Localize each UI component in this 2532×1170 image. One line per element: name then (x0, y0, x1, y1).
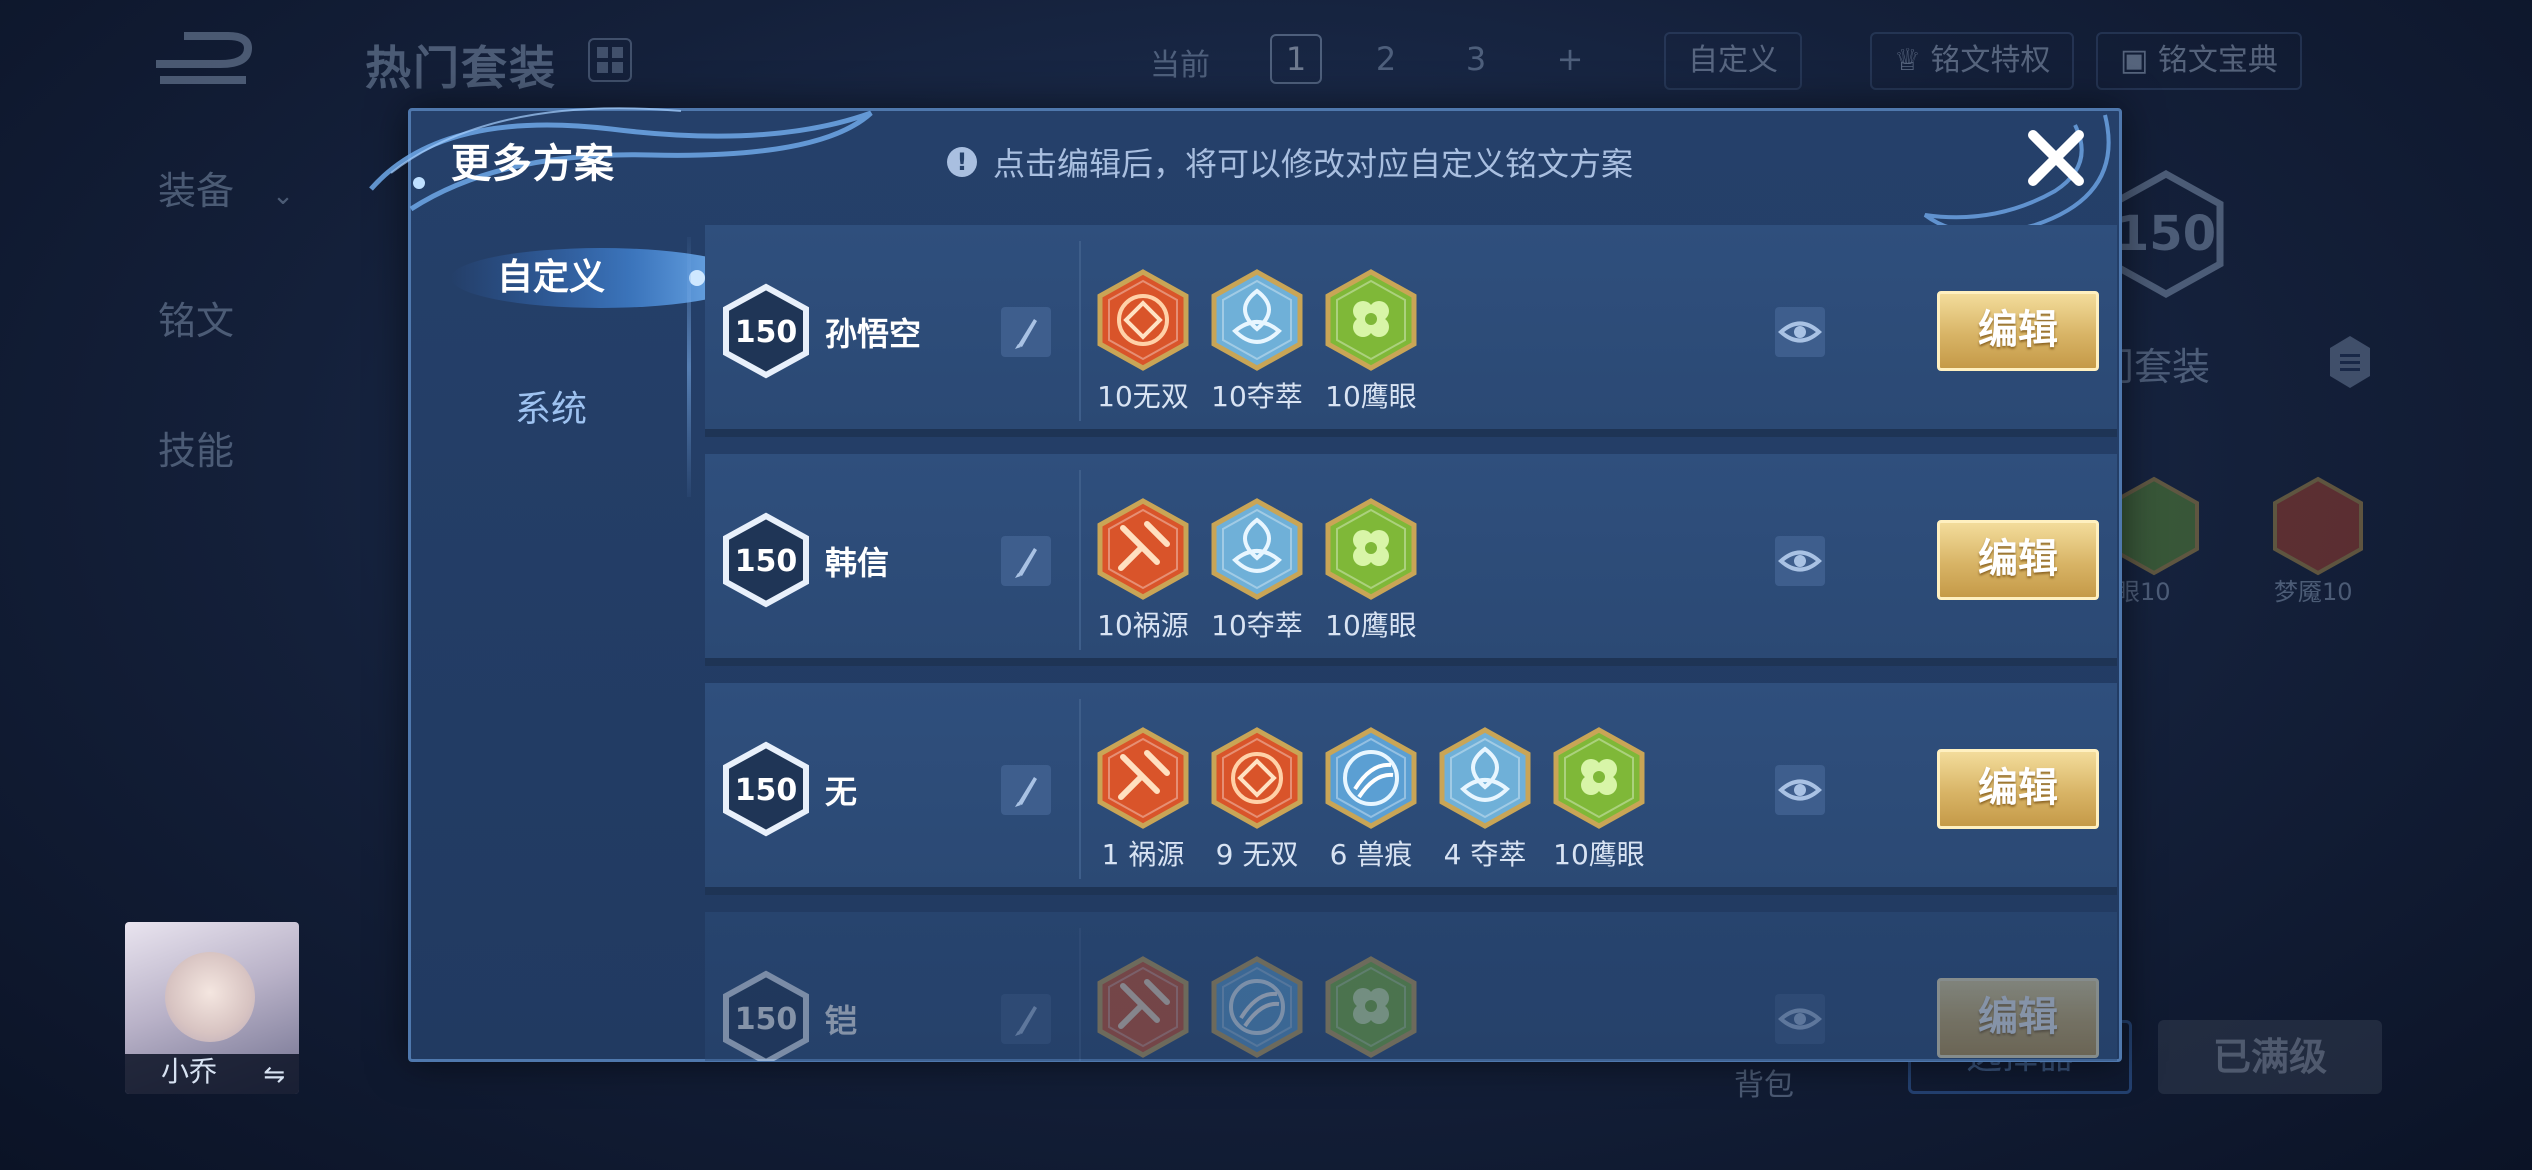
bg-rune-red-icon (2273, 476, 2363, 576)
back-arrow-icon[interactable] (150, 30, 260, 92)
bg-sidebar-item-skills[interactable]: 技能 (158, 420, 234, 475)
rename-pen-icon[interactable] (1001, 536, 1051, 586)
hero-avatar[interactable]: 小乔 ⇋ (125, 922, 299, 1094)
hero-name: 孙悟空 (825, 315, 922, 353)
maxed-button[interactable]: 已满级 (2158, 1020, 2382, 1094)
edit-button[interactable]: 编辑 (1937, 749, 2099, 829)
rename-pen-icon[interactable] (1001, 307, 1051, 357)
level-hexagon-icon: 150 (723, 512, 809, 608)
rename-pen-icon[interactable] (1001, 994, 1051, 1044)
rune-red-swirl-icon (1097, 269, 1189, 371)
notice-text: 点击编辑后，将可以修改对应自定义铭文方案 (993, 145, 1634, 183)
more-plans-modal: 更多方案 ! 点击编辑后，将可以修改对应自定义铭文方案 自定义 系统 150 孙悟… (369, 107, 2123, 1062)
rune-red-swirl-icon (1211, 727, 1303, 829)
chevron-down-icon: ⌄ (272, 181, 294, 211)
rune-blue-knot-icon (1211, 498, 1303, 600)
rune-count-label: 10鹰眼 (1325, 609, 1417, 642)
bg-sidebar-item-runes[interactable]: 铭文 (158, 290, 234, 345)
current-label: 当前 (1150, 48, 1210, 83)
hero-name: 无 (825, 773, 858, 811)
rename-pen-icon[interactable] (1001, 765, 1051, 815)
preview-eye-icon[interactable] (1775, 307, 1825, 357)
rune-count-label: 6 兽痕 (1329, 838, 1413, 871)
hero-name: 铠 (825, 1002, 858, 1040)
rune-green-clover-icon (1553, 727, 1645, 829)
rune-blue-knot-icon (1439, 727, 1531, 829)
close-icon[interactable] (2025, 127, 2087, 189)
rune-count-label: 10夺萃 (1211, 380, 1303, 413)
add-page-button[interactable]: + (1544, 34, 1596, 84)
swap-icon[interactable]: ⇋ (263, 1060, 285, 1090)
tab-system[interactable]: 系统 (411, 365, 691, 455)
info-icon: ! (947, 147, 977, 177)
plan-row[interactable]: 150 韩信 10祸源 10夺萃 10鹰眼 编辑 (705, 454, 2117, 666)
plan-category-tabs: 自定义 系统 (411, 227, 711, 1061)
level-hexagon-icon: 150 (723, 970, 809, 1061)
edit-button[interactable]: 编辑 (1937, 978, 2099, 1058)
rune-green-clover-icon (1325, 498, 1417, 600)
rune-count-label: 10无双 (1097, 380, 1189, 413)
list-icon[interactable] (2328, 334, 2372, 390)
level-text: 150 (735, 544, 798, 579)
preview-eye-icon[interactable] (1775, 536, 1825, 586)
level-text: 150 (735, 773, 798, 808)
rune-count-label: 9 无双 (1215, 838, 1299, 871)
level-text: 150 (735, 1002, 798, 1037)
page-1-button[interactable]: 1 (1270, 34, 1322, 84)
level-hexagon-icon: 150 (723, 741, 809, 837)
rune-count-label: 10祸源 (1097, 609, 1189, 642)
rune-count-label: 4 夺萃 (1443, 838, 1527, 871)
plan-row[interactable]: 150 铠 编辑 (705, 912, 2117, 1061)
preview-eye-icon[interactable] (1775, 765, 1825, 815)
rune-blue-claw-icon (1211, 956, 1303, 1058)
plan-row[interactable]: 150 孙悟空 10无双 10夺萃 10鹰眼 编辑 (705, 225, 2117, 437)
plan-row[interactable]: 150 无 1 祸源 9 无双 6 兽痕 4 夺萃 10鹰眼 编辑 (705, 683, 2117, 895)
rune-red-hammer-icon (1097, 956, 1189, 1058)
bg-sidebar-item-equipment[interactable]: 装备 ⌄ (158, 160, 294, 215)
row-divider (1079, 928, 1081, 1061)
rune-green-clover-icon (1325, 956, 1417, 1058)
bg-rune-label: 梦魇10 (2274, 578, 2353, 606)
rune-blue-knot-icon (1211, 269, 1303, 371)
level-hexagon-icon: 150 (723, 283, 809, 379)
edit-button[interactable]: 编辑 (1937, 291, 2099, 371)
bag-label[interactable]: 背包 (1734, 1060, 1794, 1104)
rune-count-label: 10夺萃 (1211, 609, 1303, 642)
decorative-swirl (369, 107, 873, 212)
page-2-button[interactable]: 2 (1360, 34, 1412, 84)
avatar-name: 小乔 (161, 1055, 218, 1088)
rune-count-label: 10鹰眼 (1553, 838, 1645, 871)
preview-eye-icon[interactable] (1775, 994, 1825, 1044)
modal-title: 更多方案 (451, 141, 615, 187)
rune-blue-claw-icon (1325, 727, 1417, 829)
rune-red-hammer-icon (1097, 498, 1189, 600)
edit-button[interactable]: 编辑 (1937, 520, 2099, 600)
tab-custom[interactable]: 自定义 (411, 233, 691, 323)
page-3-button[interactable]: 3 (1450, 34, 1502, 84)
privilege-icon: ♕ (1894, 43, 1931, 78)
avatar-portrait (165, 952, 255, 1042)
rune-count-label: 10鹰眼 (1325, 380, 1417, 413)
rune-count-label: 1 祸源 (1101, 838, 1185, 871)
book-icon: ▣ (2120, 43, 2158, 78)
rune-guide-button[interactable]: ▣ 铭文宝典 (2096, 32, 2302, 90)
hero-name: 韩信 (825, 544, 890, 582)
bg-custom-button[interactable]: 自定义 (1664, 32, 1802, 90)
bg-level-hexagon: 150 (2108, 170, 2224, 298)
level-text: 150 (735, 315, 798, 350)
bg-rune-label: 眼10 (2116, 578, 2171, 606)
rune-green-clover-icon (1325, 269, 1417, 371)
grid-icon[interactable] (588, 38, 632, 82)
bg-page-title: 热门套装 (365, 41, 557, 95)
rune-red-hammer-icon (1097, 727, 1189, 829)
plan-list[interactable]: 150 孙悟空 10无双 10夺萃 10鹰眼 编辑 150 韩信 10祸源 10夺萃 10鹰眼 编辑 1… (705, 225, 2123, 1061)
rune-privilege-button[interactable]: ♕ 铭文特权 (1870, 32, 2075, 90)
notice-message: ! 点击编辑后，将可以修改对应自定义铭文方案 (947, 139, 1633, 185)
bg-level-text: 150 (2116, 206, 2216, 262)
